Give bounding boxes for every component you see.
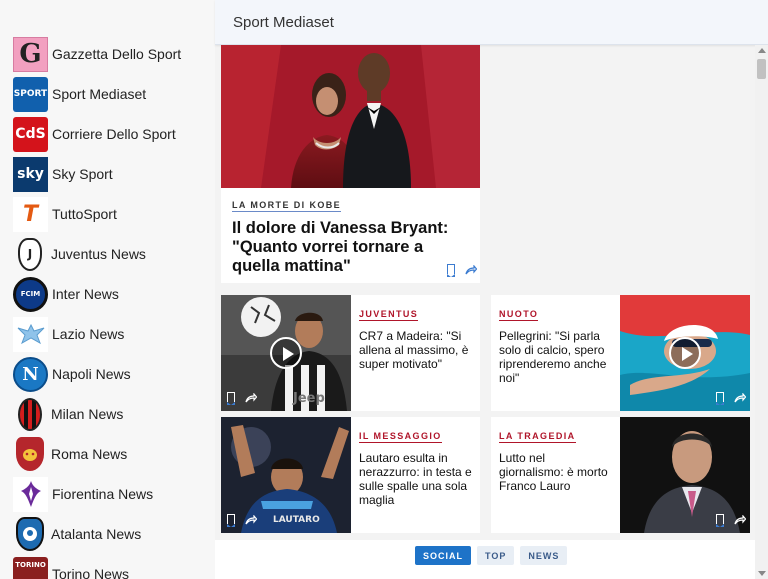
article-headline: Pellegrini: "Si parla solo di calcio, sp… [499, 329, 607, 385]
card-actions [715, 392, 746, 405]
inter-logo-text: FCIM [20, 290, 41, 298]
sidebar-item-label: Sky Sport [52, 166, 113, 182]
sidebar-item-fiorentina[interactable]: Fiorentina News [13, 476, 153, 512]
share-icon[interactable] [245, 514, 257, 524]
lazio-eagle-icon [13, 316, 48, 352]
sidebar-item-label: TuttoSport [52, 206, 117, 222]
article-text: LA TRAGEDIA Lutto nel giornalismo: è mor… [491, 417, 620, 533]
share-icon[interactable] [465, 264, 477, 274]
juventus-logo-icon: J [18, 237, 42, 271]
feature-article-image [221, 45, 480, 188]
sidebar-item-label: Juventus News [51, 246, 146, 262]
feature-article-card[interactable]: LA MORTE DI KOBE Il dolore di Vanessa Br… [221, 45, 480, 283]
sidebar-item-label: Napoli News [52, 366, 131, 382]
inter-logo-icon: FCIM [13, 276, 48, 312]
share-icon[interactable] [245, 392, 257, 402]
sidebar-item-roma[interactable]: Roma News [13, 436, 127, 472]
tuttosport-logo-icon: T [13, 196, 48, 232]
svg-text:Jeep: Jeep [292, 391, 325, 406]
sidebar-item-milan[interactable]: Milan News [13, 396, 123, 432]
app-window: G Gazzetta Dello Sport SPORT Sport Media… [0, 0, 768, 579]
bottom-tab-bar: SOCIAL TOP NEWS [215, 540, 755, 579]
tab-top[interactable]: TOP [477, 546, 515, 565]
tab-news[interactable]: NEWS [520, 546, 568, 565]
play-icon[interactable] [270, 337, 302, 369]
sidebar: G Gazzetta Dello Sport SPORT Sport Media… [0, 0, 215, 579]
header-bar: Sport Mediaset [215, 0, 768, 45]
sidebar-item-label: Sport Mediaset [52, 86, 147, 102]
article-kicker: JUVENTUS [359, 309, 419, 321]
share-icon[interactable] [734, 392, 746, 402]
sidebar-item-juventus[interactable]: J Juventus News [13, 236, 146, 272]
sky-sport-logo-icon: sky [13, 156, 48, 192]
sidebar-item-gazzetta[interactable]: G Gazzetta Dello Sport [13, 36, 181, 72]
sidebar-item-inter[interactable]: FCIM Inter News [13, 276, 119, 312]
svg-text:LAUTARO: LAUTARO [273, 515, 320, 525]
article-text: JUVENTUS CR7 a Madeira: "Si allena al ma… [351, 295, 480, 411]
feature-headline: Il dolore di Vanessa Bryant: "Quanto vor… [232, 219, 449, 275]
roma-wolf-icon [16, 437, 44, 471]
bookmark-icon[interactable] [226, 392, 235, 405]
article-image [620, 295, 750, 411]
tab-group: SOCIAL TOP NEWS [415, 546, 568, 565]
bookmark-icon[interactable] [446, 264, 455, 277]
article-headline: Lautaro esulta in nerazzurro: in testa e… [359, 451, 472, 507]
article-card-juventus[interactable]: Jeep JUVENTUS CR7 a Madeira: "Si allena … [221, 295, 480, 411]
sidebar-item-label: Corriere Dello Sport [52, 126, 176, 142]
bookmark-icon[interactable] [715, 514, 724, 527]
article-kicker: NUOTO [499, 309, 539, 321]
sidebar-item-atalanta[interactable]: Atalanta News [13, 516, 141, 552]
sidebar-item-label: Gazzetta Dello Sport [52, 46, 182, 62]
sidebar-item-napoli[interactable]: N Napoli News [13, 356, 131, 392]
card-actions [226, 392, 257, 405]
feature-kicker: LA MORTE DI KOBE [232, 200, 342, 212]
gazzetta-logo-icon: G [13, 36, 48, 72]
article-image: Jeep [221, 295, 351, 411]
article-image: LAUTARO [221, 417, 351, 533]
sidebar-item-label: Inter News [52, 286, 119, 302]
share-icon[interactable] [734, 514, 746, 524]
article-card-la-tragedia[interactable]: LA TRAGEDIA Lutto nel giornalismo: è mor… [491, 417, 750, 533]
article-image [620, 417, 750, 533]
article-text: IL MESSAGGIO Lautaro esulta in nerazzurr… [351, 417, 480, 533]
article-kicker: LA TRAGEDIA [499, 431, 576, 443]
sidebar-item-label: Torino News [52, 566, 130, 579]
bookmark-icon[interactable] [715, 392, 724, 405]
article-headline: Lutto nel giornalismo: è morto Franco La… [499, 451, 608, 493]
sidebar-item-label: Milan News [51, 406, 124, 422]
page-title: Sport Mediaset [233, 14, 334, 31]
tab-social[interactable]: SOCIAL [415, 546, 472, 565]
sidebar-item-label: Atalanta News [51, 526, 142, 542]
sidebar-item-label: Fiorentina News [52, 486, 154, 502]
sidebar-item-label: Lazio News [52, 326, 125, 342]
scrollbar-thumb[interactable] [757, 59, 766, 79]
sport-mediaset-logo-icon: SPORT [13, 76, 48, 112]
atalanta-logo-icon [16, 517, 44, 551]
corriere-logo-icon: CdS [13, 116, 48, 152]
milan-logo-icon [18, 397, 42, 431]
scrollbar[interactable] [755, 45, 768, 579]
sidebar-item-lazio[interactable]: Lazio News [13, 316, 124, 352]
fiorentina-lily-icon [13, 476, 48, 512]
card-actions [226, 514, 257, 527]
article-card-il-messaggio[interactable]: LAUTARO IL MESSAGGIO Lautaro esulta in n… [221, 417, 480, 533]
article-kicker: IL MESSAGGIO [359, 431, 442, 443]
article-text: NUOTO Pellegrini: "Si parla solo di calc… [491, 295, 620, 411]
sidebar-item-sport-mediaset[interactable]: SPORT Sport Mediaset [13, 76, 146, 112]
card-actions [715, 514, 746, 527]
sidebar-item-torino[interactable]: TORINO Torino News [13, 556, 129, 579]
play-icon[interactable] [669, 337, 701, 369]
scroll-up-arrow-icon[interactable] [758, 48, 766, 53]
sidebar-item-tuttosport[interactable]: T TuttoSport [13, 196, 117, 232]
bookmark-icon[interactable] [226, 514, 235, 527]
sidebar-item-sky-sport[interactable]: sky Sky Sport [13, 156, 113, 192]
scroll-down-arrow-icon[interactable] [758, 571, 766, 576]
article-headline: CR7 a Madeira: "Si allena al massimo, è … [359, 329, 469, 371]
sidebar-item-corriere[interactable]: CdS Corriere Dello Sport [13, 116, 176, 152]
article-card-nuoto[interactable]: NUOTO Pellegrini: "Si parla solo di calc… [491, 295, 750, 411]
sidebar-item-label: Roma News [51, 446, 128, 462]
napoli-logo-icon: N [13, 356, 48, 392]
feature-actions [446, 264, 477, 277]
torino-logo-icon: TORINO [13, 556, 48, 579]
